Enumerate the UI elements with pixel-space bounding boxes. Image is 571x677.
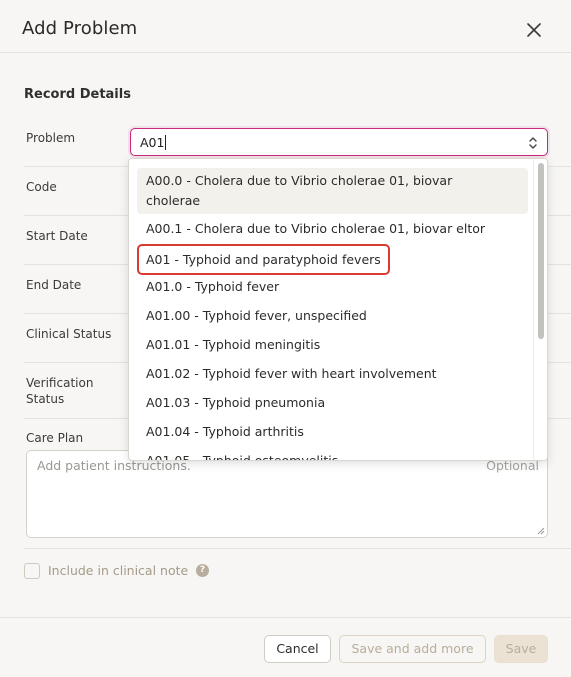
end-date-label: End Date [26, 278, 82, 292]
dropdown-option[interactable]: A00.1 - Cholera due to Vibrio cholerae 0… [137, 219, 528, 239]
section-title: Record Details [24, 87, 131, 102]
include-in-note-checkbox[interactable] [24, 563, 40, 579]
verification-status-label-line1: Verification [26, 376, 94, 390]
dropdown-option[interactable]: A01.0 - Typhoid fever [137, 277, 528, 297]
verification-status-label-line2: Status [26, 392, 65, 406]
dropdown-option[interactable]: A01.04 - Typhoid arthritis [137, 422, 528, 442]
include-in-note-label: Include in clinical note [48, 563, 189, 578]
dropdown-scrollbar[interactable] [533, 159, 547, 460]
dropdown-option[interactable]: A01.02 - Typhoid fever with heart involv… [137, 364, 528, 384]
problem-input-value: A01 [140, 135, 165, 150]
dropdown-option[interactable]: A01.01 - Typhoid meningitis [137, 335, 528, 355]
dropdown-option[interactable]: A01.03 - Typhoid pneumonia [137, 393, 528, 413]
dropdown-option-label-line1: A00.0 - Cholera due to Vibrio cholerae 0… [146, 173, 453, 188]
scrollbar-thumb[interactable] [538, 163, 544, 339]
chevron-up-down-icon [529, 137, 537, 149]
problem-dropdown-list: A00.0 - Cholera due to Vibrio cholerae 0… [128, 158, 548, 461]
close-icon[interactable] [523, 19, 545, 41]
dialog-title: Add Problem [22, 18, 138, 39]
cancel-button[interactable]: Cancel [264, 635, 331, 663]
care-plan-label: Care Plan [26, 431, 84, 445]
start-date-label: Start Date [26, 229, 88, 243]
dialog-footer: Cancel Save and add more Save [0, 617, 571, 677]
divider [24, 548, 571, 549]
clinical-status-label: Clinical Status [26, 327, 112, 341]
verification-status-label: Verification Status [26, 375, 93, 407]
help-icon[interactable]: ? [196, 564, 209, 577]
text-cursor [165, 135, 166, 150]
dropdown-option[interactable]: A01.00 - Typhoid fever, unspecified [137, 306, 528, 326]
care-plan-textarea[interactable]: Add patient instructions. Optional [26, 450, 548, 538]
dialog-header: Add Problem [0, 0, 571, 53]
problem-label: Problem [26, 131, 76, 145]
dropdown-options: A00.0 - Cholera due to Vibrio cholerae 0… [129, 159, 533, 460]
code-label: Code [26, 180, 57, 194]
save-button[interactable]: Save [494, 635, 548, 663]
save-and-add-more-button[interactable]: Save and add more [339, 635, 486, 663]
resize-grip-icon[interactable] [537, 527, 545, 535]
dropdown-option[interactable]: A01.05 - Typhoid osteomyelitis [137, 451, 528, 460]
dropdown-option-selected[interactable]: A01 - Typhoid and paratyphoid fevers [137, 244, 390, 275]
problem-combobox[interactable]: A01 [130, 128, 548, 156]
dropdown-option[interactable]: A00.0 - Cholera due to Vibrio cholerae 0… [137, 168, 528, 214]
dropdown-option-label-line2: cholerae [146, 193, 201, 208]
